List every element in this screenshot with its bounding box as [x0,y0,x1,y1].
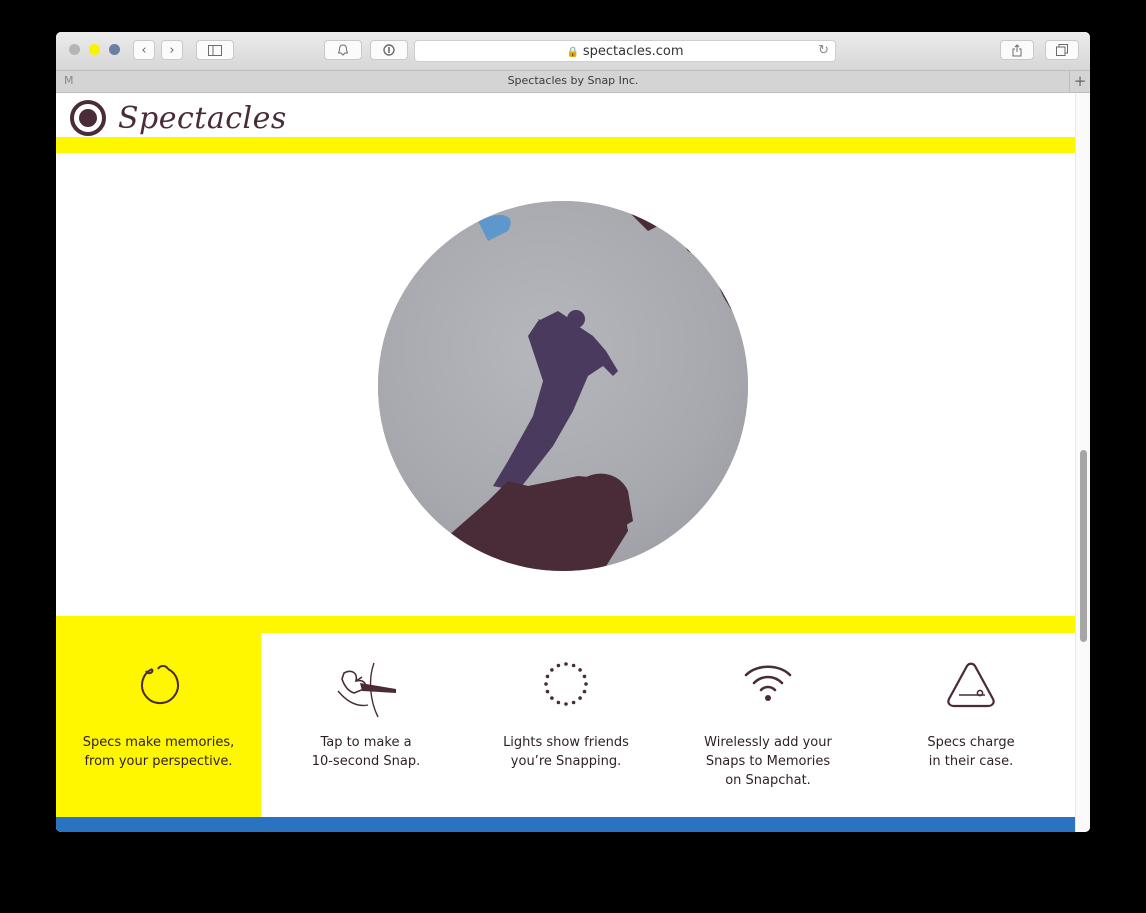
share-button[interactable] [1000,40,1034,60]
share-icon [1012,43,1022,56]
feature-item-memories: Specs make memories, from your perspecti… [56,633,261,817]
circle-bitten-icon [140,665,179,705]
dotted-ring-icon [544,662,588,706]
feature-caption: Specs make memories, from your perspecti… [82,735,235,769]
chevron-right-icon: › [169,42,175,58]
feature-item-wireless: Wirelessly add your Snaps to Memories on… [668,633,868,817]
spectacles-logo-mark-icon [70,100,106,136]
charging-case-icon [947,662,995,708]
close-window-button[interactable] [69,44,80,55]
feature-item-lights: Lights show friends you’re Snapping. [466,633,666,817]
tabs-overview-button[interactable] [1045,40,1079,60]
info-extension-button[interactable] [370,40,408,60]
hero-circular-photo [378,201,748,571]
sidebar-button[interactable] [196,40,234,60]
vertical-scrollbar[interactable] [1075,93,1090,832]
feature-caption: Lights show friends you’re Snapping. [503,735,629,769]
ghost-extension-button[interactable] [324,40,362,60]
feature-strip: Specs make memories, from your perspecti… [56,633,1075,817]
logo-text: Spectacles [118,100,287,136]
tabs-icon [1056,44,1068,56]
feature-item-tap: Tap to make a 10-second Snap. [266,633,466,817]
url-text: spectacles.com [582,44,684,59]
address-bar[interactable]: 🔒 spectacles.com ↻ [414,40,836,62]
reload-icon[interactable]: ↻ [818,43,829,58]
feature-caption: Tap to make a 10-second Snap. [311,735,421,769]
gmail-pinned-tab-icon[interactable]: M [64,74,74,87]
page-content: Spectacles Specs make memories, from you… [56,93,1075,832]
wifi-icon [744,665,792,701]
sidebar-icon [208,44,222,56]
feature-caption: Wirelessly add your Snaps to Memories on… [704,735,832,788]
tab-bar: M Spectacles by Snap Inc. + [56,70,1090,93]
tap-hand-icon [337,662,396,718]
minimize-window-button[interactable] [89,44,100,55]
browser-window: ‹ › 🔒 spectacles.com ↻ M Spectacles by S… [56,32,1090,832]
feature-caption: Specs charge in their case. [927,735,1015,769]
yellow-band-top [56,137,1075,153]
ghost-icon [338,44,348,56]
active-tab[interactable]: Spectacles by Snap Inc. [78,74,1068,87]
blue-band-bottom [56,817,1075,832]
forward-button[interactable]: › [161,40,183,60]
chevron-left-icon: ‹ [141,42,147,58]
spectacles-logo[interactable]: Spectacles [70,98,287,138]
zoom-window-button[interactable] [109,44,120,55]
scrollbar-thumb[interactable] [1080,450,1087,642]
feature-item-charge: Specs charge in their case. [871,633,1071,817]
skater-shadow-image [378,201,748,571]
back-button[interactable]: ‹ [133,40,155,60]
new-tab-button[interactable]: + [1069,71,1090,92]
yellow-band-middle [56,616,1075,633]
info-circle-icon [383,44,395,56]
lock-icon: 🔒 [566,47,579,58]
browser-toolbar: ‹ › 🔒 spectacles.com ↻ [56,32,1090,70]
